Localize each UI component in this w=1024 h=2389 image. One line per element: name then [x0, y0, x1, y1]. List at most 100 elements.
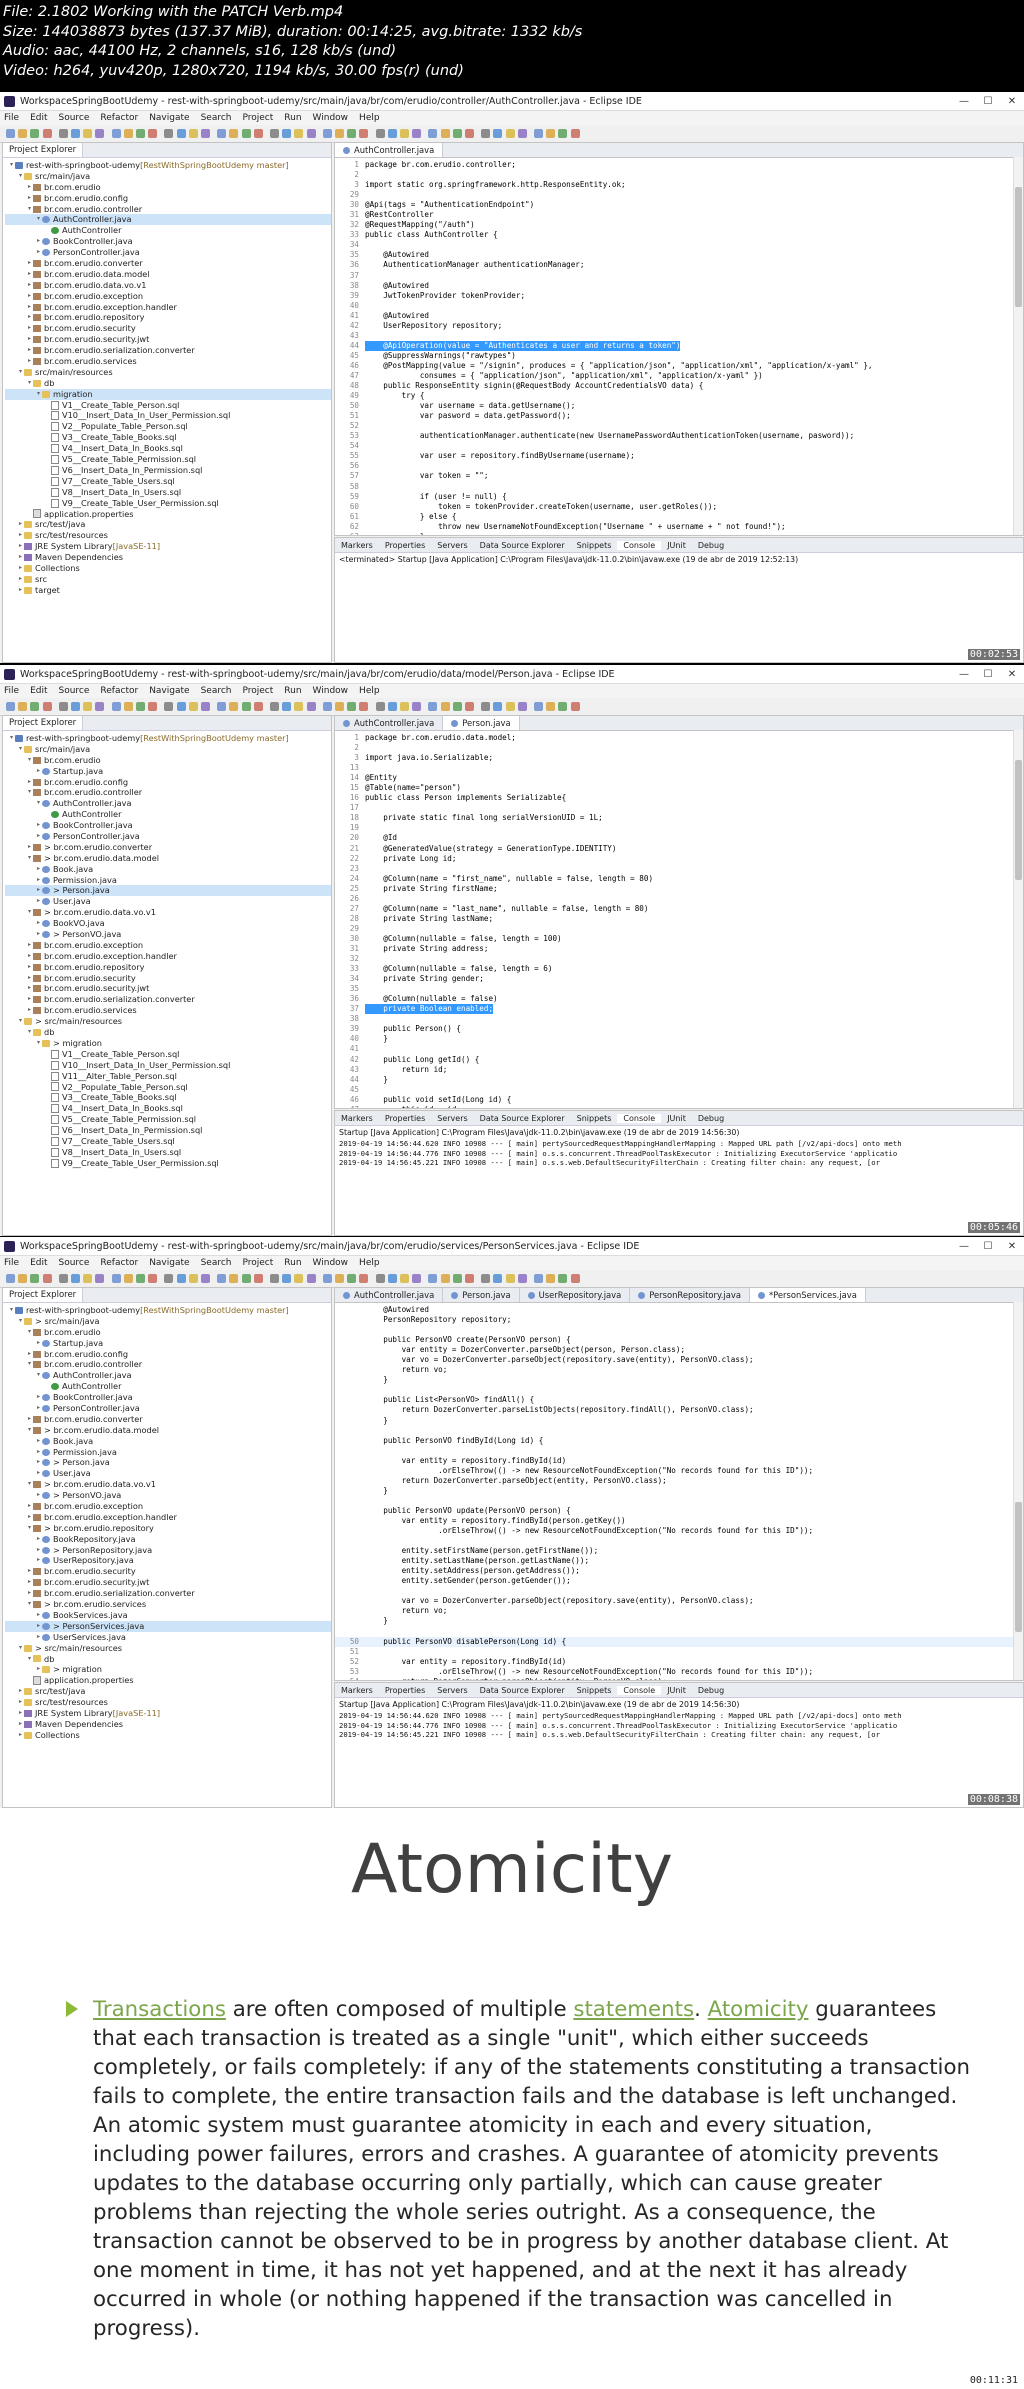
tree-item[interactable]: ▸ Maven Dependencies	[5, 1719, 331, 1730]
tree-item[interactable]: ▸ UserRepository.java	[5, 1555, 331, 1566]
toolbar-tool-icon[interactable]	[253, 702, 263, 711]
menu-item[interactable]: Search	[201, 1258, 232, 1268]
menu-item[interactable]: Navigate	[149, 1258, 189, 1268]
toolbar-tool-icon[interactable]	[241, 702, 251, 711]
toolbar-tool-icon[interactable]	[570, 129, 580, 138]
chevron-right-icon[interactable]: ▸	[35, 1545, 42, 1556]
toolbar-tool-icon[interactable]	[359, 129, 369, 138]
menu-item[interactable]: Navigate	[149, 113, 189, 123]
tree-item[interactable]: AuthController	[5, 225, 331, 236]
toolbar-tool-icon[interactable]	[387, 702, 397, 711]
tree-item[interactable]: V8__Insert_Data_In_Users.sql	[5, 1147, 331, 1158]
chevron-right-icon[interactable]: ▸	[17, 563, 24, 574]
bottom-tab[interactable]: Data Source Explorer	[474, 1686, 571, 1695]
menu-item[interactable]: Project	[242, 1258, 273, 1268]
tree-item[interactable]: ▾ src/main/resources	[5, 367, 331, 378]
chevron-right-icon[interactable]: ▸	[35, 766, 42, 777]
minimize-button[interactable]: —	[952, 96, 976, 107]
toolbar-tool-icon[interactable]	[229, 702, 239, 711]
chevron-right-icon[interactable]: ▸	[26, 1566, 33, 1577]
tree-item[interactable]: ▾ br.com.erudio	[5, 1327, 331, 1338]
chevron-down-icon[interactable]: ▾	[8, 1305, 15, 1316]
chevron-right-icon[interactable]: ▸	[26, 323, 33, 334]
tree-item[interactable]: ▸ Permission.java	[5, 1447, 331, 1458]
chevron-right-icon[interactable]: ▸	[26, 973, 33, 984]
menu-item[interactable]: Source	[59, 113, 90, 123]
editor-scrollbar[interactable]	[1013, 1302, 1023, 1680]
chevron-right-icon[interactable]: ▸	[26, 334, 33, 345]
toolbar-tool-icon[interactable]	[123, 129, 133, 138]
chevron-right-icon[interactable]: ▸	[26, 962, 33, 973]
bottom-tab[interactable]: JUnit	[661, 1114, 692, 1123]
project-explorer-tab[interactable]: Project Explorer	[3, 143, 84, 157]
toolbar-tool-icon[interactable]	[546, 1274, 556, 1283]
minimize-button[interactable]: —	[952, 1241, 976, 1252]
toolbar-tool-icon[interactable]	[347, 1274, 357, 1283]
tree-item[interactable]: V1__Create_Table_Person.sql	[5, 400, 331, 411]
bottom-tab[interactable]: Markers	[335, 1686, 379, 1695]
chevron-right-icon[interactable]: ▸	[35, 885, 42, 896]
toolbar-tool-icon[interactable]	[558, 129, 568, 138]
chevron-right-icon[interactable]: ▸	[35, 1457, 42, 1468]
project-explorer-tab[interactable]: Project Explorer	[3, 716, 84, 730]
bottom-tab[interactable]: Properties	[379, 1686, 431, 1695]
chevron-right-icon[interactable]: ▸	[17, 574, 24, 585]
chevron-right-icon[interactable]: ▸	[35, 896, 42, 907]
chevron-right-icon[interactable]: ▸	[35, 1436, 42, 1447]
tree-item[interactable]: ▾ > src/main/resources	[5, 1016, 331, 1027]
bottom-tab[interactable]: Debug	[692, 541, 730, 550]
bottom-tab[interactable]: Snippets	[571, 541, 618, 550]
editor-tab[interactable]: Person.java	[443, 1288, 520, 1302]
tree-item[interactable]: ▸ > Person.java	[5, 885, 331, 897]
toolbar-tool-icon[interactable]	[188, 1274, 198, 1283]
toolbar-tool-icon[interactable]	[359, 1274, 369, 1283]
toolbar-tool-icon[interactable]	[505, 1274, 515, 1283]
toolbar-tool-icon[interactable]	[217, 702, 227, 711]
scrollbar-thumb[interactable]	[1015, 1502, 1022, 1632]
menu-item[interactable]: Help	[359, 686, 380, 696]
toolbar-tool-icon[interactable]	[95, 702, 105, 711]
tree-item[interactable]: ▸ Permission.java	[5, 875, 331, 886]
toolbar-tool-icon[interactable]	[452, 129, 462, 138]
tree-item[interactable]: V2__Populate_Table_Person.sql	[5, 1082, 331, 1093]
tree-item[interactable]: ▸ JRE System Library [JavaSE-11]	[5, 1708, 331, 1719]
tree-item[interactable]: ▾ db	[5, 1027, 331, 1038]
toolbar-tool-icon[interactable]	[42, 1274, 52, 1283]
bottom-tab[interactable]: Snippets	[571, 1114, 618, 1123]
toolbar-tool-icon[interactable]	[387, 1274, 397, 1283]
chevron-down-icon[interactable]: ▾	[26, 1359, 33, 1370]
toolbar-tool-icon[interactable]	[335, 129, 344, 138]
chevron-right-icon[interactable]: ▸	[26, 1588, 33, 1599]
toolbar-tool-icon[interactable]	[412, 1274, 422, 1283]
toolbar-tool-icon[interactable]	[83, 129, 93, 138]
toolbar-tool-icon[interactable]	[306, 1274, 316, 1283]
tree-item[interactable]: ▸ br.com.erudio.exception	[5, 1501, 331, 1512]
tree-item[interactable]: ▾ rest-with-springboot-udemy [RestWithSpr…	[5, 733, 331, 744]
tree-item[interactable]: ▸ br.com.erudio.services	[5, 1005, 331, 1016]
tree-item[interactable]: ▸ > br.com.erudio.converter	[5, 842, 331, 853]
tree-item[interactable]: V9__Create_Table_User_Permission.sql	[5, 1158, 331, 1169]
toolbar-tool-icon[interactable]	[95, 129, 105, 138]
chevron-right-icon[interactable]: ▸	[35, 1338, 42, 1349]
chevron-right-icon[interactable]: ▸	[35, 1468, 42, 1479]
toolbar-tool-icon[interactable]	[282, 129, 292, 138]
toolbar-tool-icon[interactable]	[452, 702, 462, 711]
toolbar-tool-icon[interactable]	[306, 129, 316, 138]
tree-item[interactable]: V10__Insert_Data_In_User_Permission.sql	[5, 410, 331, 421]
tree-item[interactable]: V2__Populate_Table_Person.sql	[5, 421, 331, 432]
tree-item[interactable]: ▾ > br.com.erudio.data.vo.v1	[5, 1479, 331, 1490]
tree-item[interactable]: ▾ br.com.erudio.controller	[5, 204, 331, 215]
toolbar-tool-icon[interactable]	[481, 1274, 491, 1283]
toolbar-tool-icon[interactable]	[18, 702, 28, 711]
chevron-right-icon[interactable]: ▸	[35, 1490, 42, 1501]
tree-item[interactable]: ▾ AuthController.java	[5, 798, 331, 809]
chevron-right-icon[interactable]: ▸	[35, 1555, 42, 1566]
toolbar-tool-icon[interactable]	[58, 702, 68, 711]
tree-item[interactable]: ▸ br.com.erudio.exception	[5, 940, 331, 951]
toolbar-tool-icon[interactable]	[322, 1274, 332, 1283]
bottom-tab[interactable]: Servers	[431, 541, 473, 550]
toolbar-tool-icon[interactable]	[188, 129, 198, 138]
tree-item[interactable]: ▾ db	[5, 378, 331, 389]
tree-item[interactable]: ▸ br.com.erudio.data.model	[5, 269, 331, 280]
tree-item[interactable]: V3__Create_Table_Books.sql	[5, 432, 331, 443]
